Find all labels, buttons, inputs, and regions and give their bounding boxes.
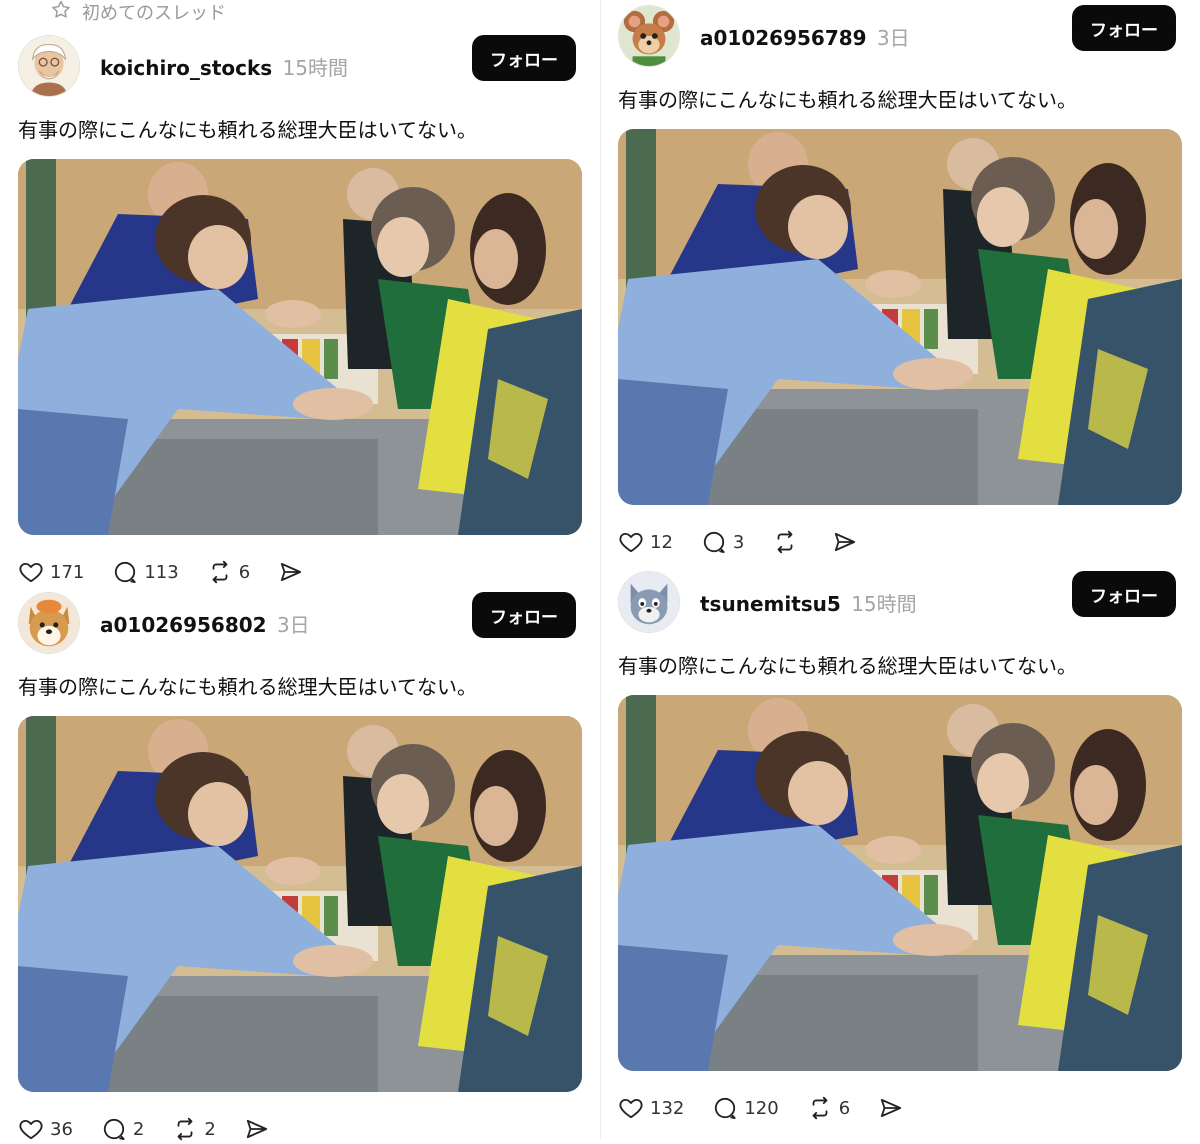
reply-button[interactable]: 120 [712, 1095, 779, 1121]
post-time: 3日 [276, 613, 310, 637]
follow-button[interactable]: フォロー [1072, 5, 1176, 51]
username-link[interactable]: koichiro_stocks [100, 56, 272, 80]
like-count: 171 [50, 561, 85, 583]
post-header: a01026956802 3日 フォロー [18, 592, 582, 656]
repost-icon [172, 1116, 198, 1142]
repost-icon [772, 529, 798, 555]
repost-icon [207, 559, 233, 585]
post-text: 有事の際にこんなにも頼れる総理大臣はいてない。 [618, 88, 1077, 112]
username-link[interactable]: a01026956802 [100, 613, 267, 637]
thread-header: 初めてのスレッド [50, 0, 226, 24]
shiba-dog-avatar-icon[interactable] [18, 592, 80, 654]
heart-icon [18, 1116, 44, 1142]
comment-icon [701, 529, 727, 555]
post-actions: 36 2 2 [18, 1114, 582, 1144]
old-man-illustration-avatar-icon[interactable] [18, 35, 80, 97]
heart-icon [618, 529, 644, 555]
share-icon [878, 1095, 904, 1121]
share-button[interactable] [878, 1095, 904, 1121]
post-header: a01026956789 3日 フォロー [618, 5, 1182, 69]
reply-button[interactable]: 2 [101, 1116, 144, 1142]
post-photo[interactable] [618, 129, 1182, 505]
star-icon[interactable] [50, 0, 72, 26]
heart-icon [18, 559, 44, 585]
reply-button[interactable]: 3 [701, 529, 744, 555]
reply-count: 3 [732, 531, 745, 553]
reply-count: 120 [744, 1097, 779, 1119]
repost-button[interactable]: 2 [172, 1116, 216, 1142]
follow-button[interactable]: フォロー [1072, 571, 1176, 617]
column-divider [600, 0, 601, 1139]
reply-button[interactable]: 113 [112, 559, 179, 585]
post-time: 15時間 [282, 56, 348, 80]
thread-post: a01026956789 3日 フォロー 有事の際にこんなにも頼れる総理大臣はい… [618, 5, 1182, 557]
username-link[interactable]: tsunemitsu5 [700, 592, 841, 616]
username-link[interactable]: a01026956789 [700, 26, 867, 50]
post-meta: koichiro_stocks 15時間 [100, 52, 348, 81]
like-count: 12 [650, 531, 673, 553]
post-text: 有事の際にこんなにも頼れる総理大臣はいてない。 [18, 675, 477, 699]
repost-count: 2 [204, 1118, 216, 1140]
comment-icon [112, 559, 138, 585]
repost-button[interactable]: 6 [207, 559, 250, 585]
comment-icon [712, 1095, 738, 1121]
like-button[interactable]: 12 [618, 529, 673, 555]
cartoon-cat-avatar-icon[interactable] [618, 571, 680, 633]
share-button[interactable] [832, 529, 858, 555]
post-photo[interactable] [18, 716, 582, 1092]
repost-count: 6 [238, 561, 251, 583]
heart-icon [618, 1095, 644, 1121]
repost-count: 6 [838, 1097, 851, 1119]
thread-post: tsunemitsu5 15時間 フォロー 有事の際にこんなにも頼れる総理大臣は… [618, 571, 1182, 1123]
post-photo[interactable] [18, 159, 582, 535]
repost-button[interactable] [772, 529, 804, 555]
post-meta: a01026956802 3日 [100, 609, 310, 638]
like-count: 132 [650, 1097, 685, 1119]
post-meta: a01026956789 3日 [700, 22, 910, 51]
like-button[interactable]: 171 [18, 559, 84, 585]
post-meta: tsunemitsu5 15時間 [700, 588, 917, 617]
follow-button[interactable]: フォロー [472, 592, 576, 638]
reply-count: 2 [132, 1118, 145, 1140]
post-actions: 12 3 [618, 527, 1182, 557]
follow-button[interactable]: フォロー [472, 35, 576, 81]
share-icon [244, 1116, 270, 1142]
thread-post: koichiro_stocks 15時間 フォロー 有事の際にこんなにも頼れる総… [18, 35, 582, 587]
thread-title: 初めてのスレッド [82, 3, 226, 24]
like-button[interactable]: 132 [618, 1095, 684, 1121]
post-time: 3日 [876, 26, 910, 50]
thread-post: a01026956802 3日 フォロー 有事の際にこんなにも頼れる総理大臣はい… [18, 592, 582, 1144]
post-photo[interactable] [618, 695, 1182, 1071]
post-actions: 171 113 6 [18, 557, 582, 587]
post-header: koichiro_stocks 15時間 フォロー [18, 35, 582, 99]
post-time: 15時間 [851, 592, 917, 616]
cartoon-mouse-avatar-icon[interactable] [618, 5, 680, 67]
repost-icon [807, 1095, 833, 1121]
like-count: 36 [50, 1118, 73, 1140]
post-text: 有事の際にこんなにも頼れる総理大臣はいてない。 [18, 118, 477, 142]
like-button[interactable]: 36 [18, 1116, 73, 1142]
share-icon [832, 529, 858, 555]
post-actions: 132 120 6 [618, 1093, 1182, 1123]
repost-button[interactable]: 6 [807, 1095, 850, 1121]
share-button[interactable] [278, 559, 304, 585]
share-icon [278, 559, 304, 585]
post-header: tsunemitsu5 15時間 フォロー [618, 571, 1182, 635]
comment-icon [101, 1116, 127, 1142]
share-button[interactable] [244, 1116, 270, 1142]
reply-count: 113 [144, 561, 179, 583]
post-text: 有事の際にこんなにも頼れる総理大臣はいてない。 [618, 654, 1077, 678]
